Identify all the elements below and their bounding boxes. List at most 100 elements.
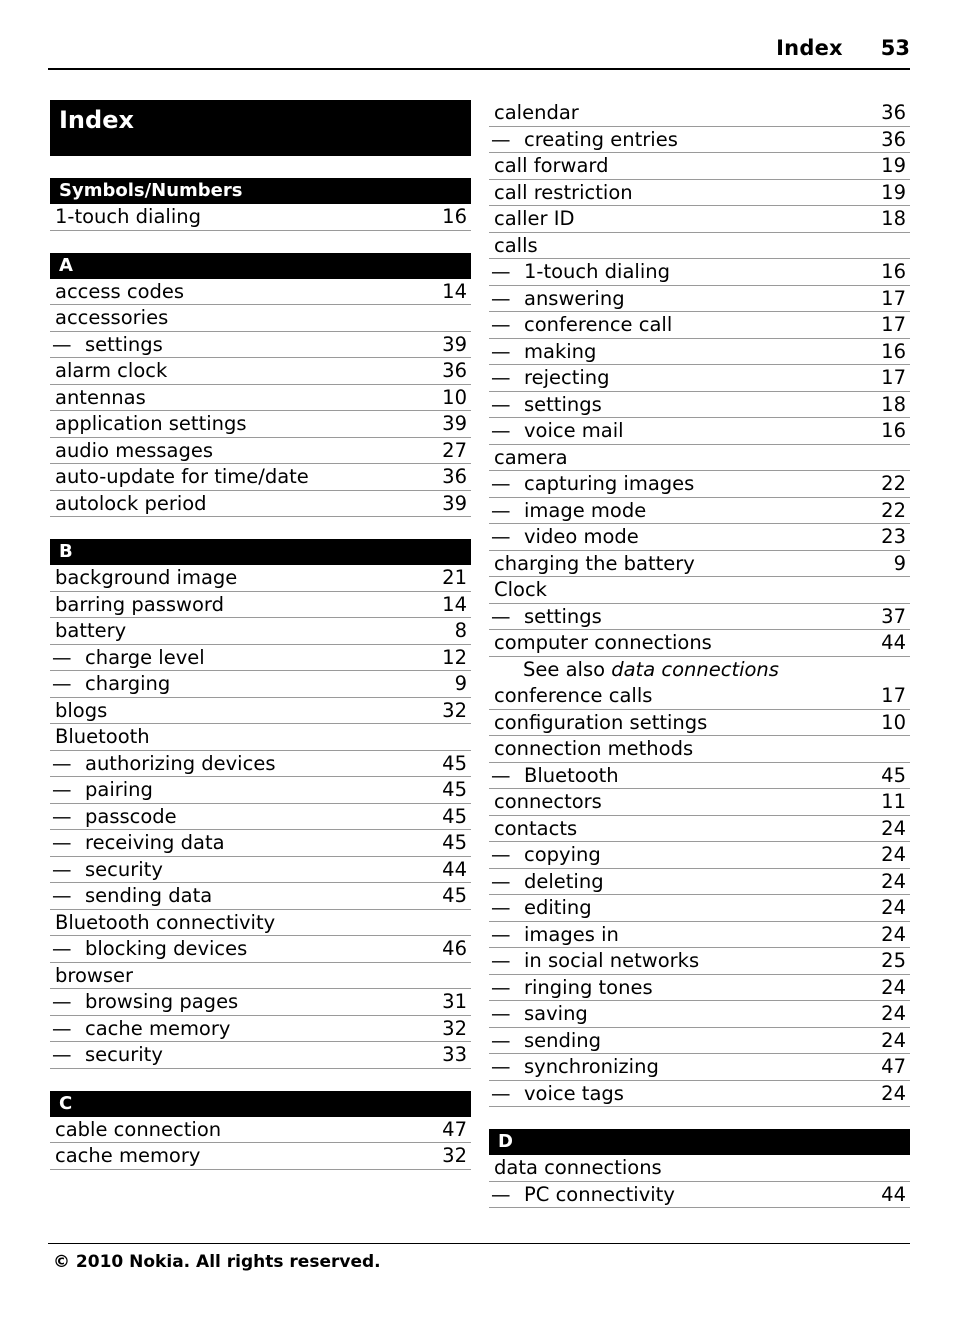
index-entry[interactable]: — PC connectivity 44 bbox=[489, 1182, 910, 1208]
index-entry[interactable]: — browsing pages 31 bbox=[50, 989, 471, 1016]
index-page: Index 53 Index Symbols/Numbers 1-touch dia… bbox=[0, 0, 954, 1322]
index-entry-label: — settings bbox=[50, 332, 163, 357]
index-entry[interactable]: browser bbox=[50, 963, 471, 989]
index-entry[interactable]: — sending 24 bbox=[489, 1028, 910, 1054]
index-entry[interactable]: — video mode 23 bbox=[489, 524, 910, 551]
index-entry[interactable]: audio messages 27 bbox=[50, 438, 471, 464]
index-entry[interactable]: — editing 24 bbox=[489, 895, 910, 922]
index-entry-label: — in social networks bbox=[489, 948, 699, 973]
index-entry[interactable]: Clock bbox=[489, 577, 910, 604]
index-entry[interactable]: charging the battery 9 bbox=[489, 551, 910, 577]
index-entry[interactable]: connectors 11 bbox=[489, 789, 910, 816]
index-entry[interactable]: — conference call 17 bbox=[489, 312, 910, 339]
index-entry[interactable]: camera bbox=[489, 445, 910, 471]
index-entry[interactable]: — making 16 bbox=[489, 339, 910, 365]
index-entry[interactable]: — cache memory 32 bbox=[50, 1016, 471, 1042]
index-entry[interactable]: — in social networks 25 bbox=[489, 948, 910, 975]
index-entry-label: — images in bbox=[489, 922, 619, 947]
index-entry[interactable]: — security 33 bbox=[50, 1042, 471, 1069]
index-entry[interactable]: background image 21 bbox=[50, 565, 471, 592]
index-entry[interactable]: — receiving data 45 bbox=[50, 830, 471, 857]
index-entry[interactable]: — synchronizing 47 bbox=[489, 1054, 910, 1081]
index-entry-text: charging bbox=[85, 672, 171, 695]
section-header-a: A bbox=[50, 252, 471, 279]
index-entry[interactable]: caller ID 18 bbox=[489, 206, 910, 233]
index-entry[interactable]: access codes 14 bbox=[50, 279, 471, 305]
index-entry-label: — voice mail bbox=[489, 418, 624, 443]
index-entry-page-number: 18 bbox=[881, 392, 906, 416]
index-entry[interactable]: call restriction 19 bbox=[489, 180, 910, 206]
index-entry[interactable]: accessories bbox=[50, 305, 471, 332]
index-entry[interactable]: Bluetooth bbox=[50, 724, 471, 751]
index-entry[interactable]: — sending data 45 bbox=[50, 883, 471, 910]
index-entry[interactable]: configuration settings 10 bbox=[489, 710, 910, 736]
index-entry[interactable]: computer connections 44 bbox=[489, 630, 910, 657]
index-entry[interactable]: Bluetooth connectivity bbox=[50, 910, 471, 936]
index-entry-page-number: 21 bbox=[442, 566, 467, 589]
index-entry[interactable]: — settings 39 bbox=[50, 332, 471, 358]
index-entry[interactable]: — authorizing devices 45 bbox=[50, 751, 471, 777]
index-entry[interactable]: conference calls 17 bbox=[489, 683, 910, 710]
index-entry[interactable]: — voice mail 16 bbox=[489, 418, 910, 445]
index-entry[interactable]: — images in 24 bbox=[489, 922, 910, 948]
index-entry-label: — charging bbox=[50, 671, 170, 696]
index-entry[interactable]: alarm clock 36 bbox=[50, 358, 471, 385]
index-entry[interactable]: — 1-touch dialing 16 bbox=[489, 259, 910, 286]
index-entry[interactable]: autolock period 39 bbox=[50, 491, 471, 517]
subentry-dash-icon: — bbox=[491, 763, 511, 787]
index-entry[interactable]: — answering 17 bbox=[489, 286, 910, 312]
index-entry[interactable]: contacts 24 bbox=[489, 816, 910, 842]
see-also-target[interactable]: data connections bbox=[611, 658, 779, 681]
index-entry[interactable]: — rejecting 17 bbox=[489, 365, 910, 392]
index-entry[interactable]: — settings 37 bbox=[489, 604, 910, 630]
index-entry-page-number: 36 bbox=[442, 359, 467, 382]
index-entry[interactable]: — pairing 45 bbox=[50, 777, 471, 804]
index-entry[interactable]: — charge level 12 bbox=[50, 645, 471, 671]
index-entry[interactable]: — saving 24 bbox=[489, 1001, 910, 1028]
section-header-label: Symbols/Numbers bbox=[59, 180, 243, 201]
index-entry[interactable]: — creating entries 36 bbox=[489, 127, 910, 153]
index-entry-text: sending data bbox=[85, 884, 213, 907]
index-entry[interactable]: barring password 14 bbox=[50, 592, 471, 618]
index-entry-label: — security bbox=[50, 857, 163, 882]
index-entry[interactable]: — Bluetooth 45 bbox=[489, 763, 910, 789]
index-entry[interactable]: connection methods bbox=[489, 736, 910, 763]
index-entry-label: — saving bbox=[489, 1001, 588, 1026]
index-entry-text: sending bbox=[524, 1028, 602, 1052]
index-entry[interactable]: auto-update for time/date 36 bbox=[50, 464, 471, 491]
index-entry[interactable]: cable connection 47 bbox=[50, 1117, 471, 1143]
index-entry[interactable]: calls bbox=[489, 233, 910, 259]
index-entry[interactable]: — charging 9 bbox=[50, 671, 471, 698]
index-entry[interactable]: — copying 24 bbox=[489, 842, 910, 869]
index-entry-page-number: 39 bbox=[442, 332, 467, 356]
index-entry[interactable]: — voice tags 24 bbox=[489, 1081, 910, 1107]
index-entry[interactable]: application settings 39 bbox=[50, 411, 471, 438]
index-entry-page-number: 24 bbox=[881, 869, 906, 893]
index-entry[interactable]: data connections bbox=[489, 1155, 910, 1182]
index-entry-page-number: 33 bbox=[442, 1043, 467, 1066]
index-entry[interactable]: — capturing images 22 bbox=[489, 471, 910, 498]
subentry-dash-icon: — bbox=[491, 313, 511, 336]
index-entry-label: — pairing bbox=[50, 777, 153, 802]
index-entry-page-number: 36 bbox=[442, 465, 467, 488]
index-entry[interactable]: — blocking devices 46 bbox=[50, 936, 471, 963]
index-entry[interactable]: antennas 10 bbox=[50, 385, 471, 411]
index-entry[interactable]: cache memory 32 bbox=[50, 1143, 471, 1170]
index-entry[interactable]: — deleting 24 bbox=[489, 869, 910, 895]
index-entry[interactable]: battery 8 bbox=[50, 618, 471, 645]
index-cross-reference[interactable]: See also data connections bbox=[489, 657, 910, 684]
index-entry[interactable]: call forward 19 bbox=[489, 153, 910, 180]
subentry-dash-icon: — bbox=[491, 366, 511, 389]
subentry-dash-icon: — bbox=[491, 949, 511, 972]
index-entry[interactable]: calendar 36 bbox=[489, 100, 910, 127]
index-entry[interactable]: blogs 32 bbox=[50, 698, 471, 724]
index-entry[interactable]: — passcode 45 bbox=[50, 804, 471, 830]
index-entry-page-number: 16 bbox=[881, 419, 906, 442]
index-entry[interactable]: — security 44 bbox=[50, 857, 471, 883]
index-entry[interactable]: — settings 18 bbox=[489, 392, 910, 418]
index-entry[interactable]: — ringing tones 24 bbox=[489, 975, 910, 1001]
index-entry-page-number: 44 bbox=[442, 857, 467, 881]
index-entry[interactable]: — image mode 22 bbox=[489, 498, 910, 524]
index-entry[interactable]: 1-touch dialing 16 bbox=[50, 204, 471, 231]
index-entry-label: blogs bbox=[55, 698, 108, 722]
